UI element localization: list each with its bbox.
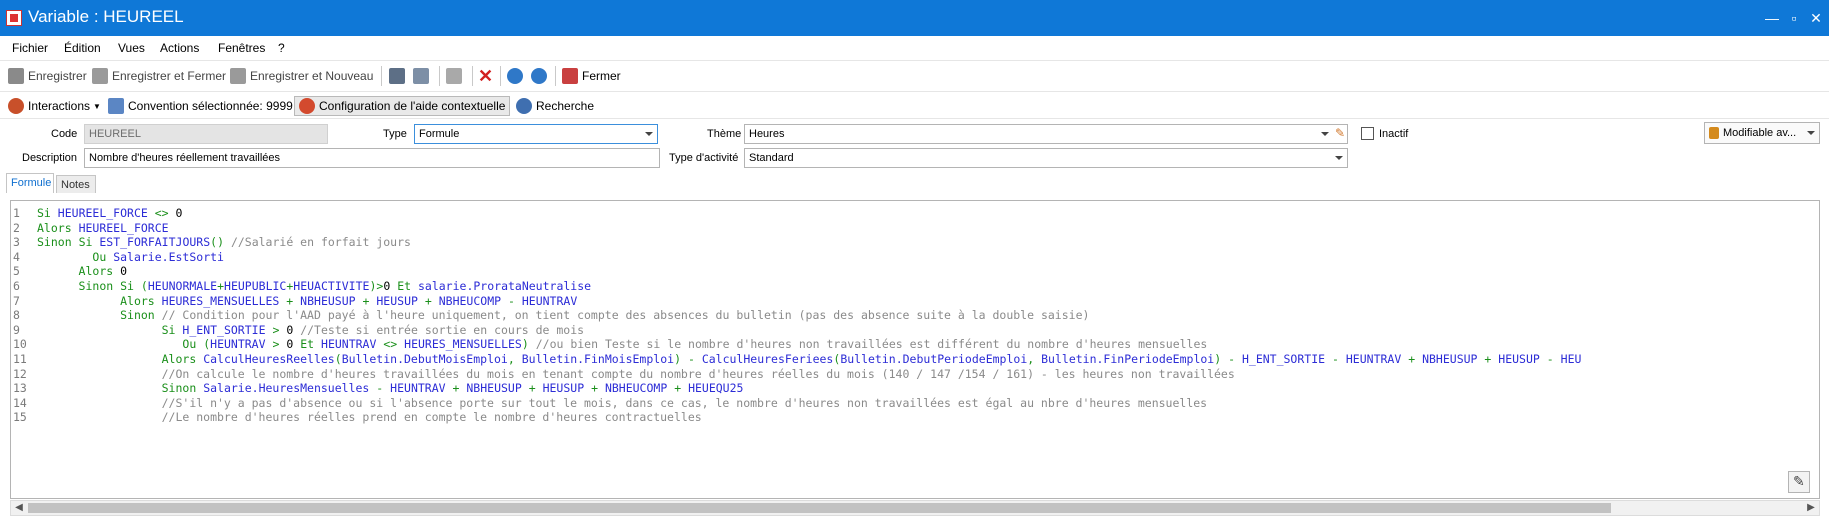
modifiable-dropdown[interactable]: Modifiable av...: [1704, 122, 1820, 144]
edit-pencil-icon[interactable]: ✎: [1335, 126, 1345, 140]
save-close-button[interactable]: Enregistrer et Fermer: [92, 67, 226, 85]
save-new-icon: [230, 68, 246, 84]
activity-type-label: Type d'activité: [669, 152, 739, 164]
main-toolbar: Enregistrer Enregistrer et Fermer Enregi…: [0, 60, 1829, 90]
close-form-button[interactable]: Fermer: [562, 67, 621, 85]
previous-button[interactable]: [507, 67, 527, 85]
secondary-toolbar: Interactions ▼ Convention sélectionnée: …: [0, 91, 1829, 119]
theme-value: Heures: [749, 128, 785, 140]
chevron-down-icon: [1335, 156, 1343, 160]
save-label: Enregistrer: [28, 69, 87, 83]
code-text: //Le nombre d'heures réelles prend en co…: [161, 410, 702, 425]
menu-bar: Fichier Édition Vues Actions Fenêtres ?: [0, 36, 1829, 60]
search-label: Recherche: [536, 99, 595, 113]
close-button[interactable]: ✕: [1804, 8, 1828, 28]
delete-icon[interactable]: ✕: [478, 66, 493, 86]
chevron-down-icon: [645, 132, 653, 136]
inactif-checkbox[interactable]: [1361, 127, 1374, 140]
convention-icon: [108, 98, 124, 114]
lifebuoy-icon: [299, 98, 315, 114]
edit-formula-button[interactable]: [1788, 471, 1810, 493]
arrow-left-icon: [507, 68, 523, 84]
duplicate-icon: [446, 68, 462, 84]
activity-type-dropdown[interactable]: Standard: [744, 148, 1348, 168]
search-button[interactable]: Recherche: [516, 96, 594, 116]
theme-label: Thème: [707, 128, 742, 140]
close-form-label: Fermer: [582, 69, 621, 83]
menu-fichier[interactable]: Fichier: [12, 41, 48, 55]
description-field[interactable]: Nombre d'heures réellement travaillées: [84, 148, 660, 168]
minimize-button[interactable]: —: [1760, 8, 1784, 28]
help-config-button[interactable]: Configuration de l'aide contextuelle: [294, 96, 511, 116]
theme-dropdown[interactable]: Heures ✎: [744, 124, 1348, 144]
interactions-label: Interactions: [28, 99, 91, 113]
code-field: HEUREEL: [84, 124, 328, 144]
type-label: Type: [383, 128, 407, 140]
lock-icon: [1709, 127, 1719, 139]
modifiable-label: Modifiable av...: [1723, 127, 1797, 139]
tab-notes[interactable]: Notes: [56, 175, 96, 193]
scroll-left-icon[interactable]: ◀: [12, 502, 26, 514]
app-icon: [6, 10, 22, 26]
save-close-icon: [92, 68, 108, 84]
convention-label: Convention sélectionnée: 9999: [128, 99, 293, 113]
chevron-down-icon: [1807, 131, 1815, 135]
arrow-right-icon: [531, 68, 547, 84]
horizontal-scrollbar[interactable]: ◀ ▶: [10, 500, 1820, 516]
save-new-button[interactable]: Enregistrer et Nouveau: [230, 67, 373, 85]
print-preview-icon: [413, 68, 429, 84]
next-button[interactable]: [531, 67, 551, 85]
formula-editor[interactable]: 1 Si HEUREEL_FORCE <> 0 2 Alors HEUREEL_FOR…: [10, 200, 1820, 499]
menu-actions[interactable]: Actions: [160, 41, 199, 55]
window-title: Variable : HEUREEL: [28, 7, 184, 26]
interactions-button[interactable]: Interactions ▼: [8, 96, 101, 116]
separator: [439, 66, 440, 86]
chevron-down-icon: [1321, 132, 1329, 136]
title-bar: Variable : HEUREEL — ▫ ✕: [0, 0, 1829, 36]
separator: [500, 66, 501, 86]
menu-edition[interactable]: Édition: [64, 41, 101, 55]
activity-type-value: Standard: [749, 152, 794, 164]
menu-help[interactable]: ?: [278, 41, 285, 55]
duplicate-button[interactable]: [446, 67, 466, 85]
line-number: 15: [13, 410, 27, 425]
description-label: Description: [22, 152, 78, 164]
interactions-icon: [8, 98, 24, 114]
save-button[interactable]: Enregistrer: [8, 67, 87, 85]
search-icon: [516, 98, 532, 114]
separator: [472, 66, 473, 86]
chevron-down-icon: ▼: [93, 101, 101, 111]
separator: [555, 66, 556, 86]
maximize-button[interactable]: ▫: [1782, 8, 1806, 28]
convention-button[interactable]: Convention sélectionnée: 9999: [108, 96, 293, 116]
separator: [381, 66, 382, 86]
close-form-icon: [562, 68, 578, 84]
help-config-label: Configuration de l'aide contextuelle: [319, 99, 506, 113]
tab-formule[interactable]: Formule: [6, 173, 54, 193]
print-button[interactable]: [389, 67, 409, 85]
print-preview-button[interactable]: [413, 67, 433, 85]
type-dropdown[interactable]: Formule: [414, 124, 658, 144]
menu-fenetres[interactable]: Fenêtres: [218, 41, 265, 55]
scroll-right-icon[interactable]: ▶: [1804, 502, 1818, 514]
scroll-thumb[interactable]: [28, 503, 1611, 513]
save-icon: [8, 68, 24, 84]
save-close-label: Enregistrer et Fermer: [112, 69, 227, 83]
menu-vues[interactable]: Vues: [118, 41, 145, 55]
code-label: Code: [51, 128, 78, 140]
print-icon: [389, 68, 405, 84]
inactif-label: Inactif: [1379, 128, 1409, 140]
type-value: Formule: [419, 128, 460, 140]
save-new-label: Enregistrer et Nouveau: [250, 69, 374, 83]
